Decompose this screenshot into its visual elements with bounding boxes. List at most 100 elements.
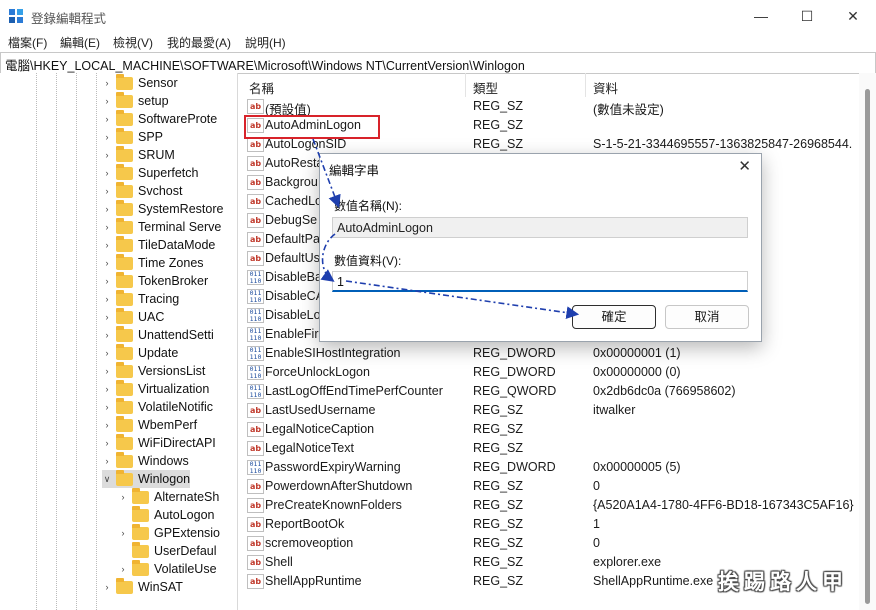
chevron-right-icon[interactable]: › bbox=[118, 564, 128, 574]
chevron-right-icon[interactable]: › bbox=[102, 582, 112, 592]
string-value-icon: ab bbox=[247, 156, 264, 171]
value-row[interactable]: 011 110 LastLogOffEndTimePerfCounter REG_Q… bbox=[243, 382, 859, 401]
value-row[interactable]: ab PowerdownAfterShutdown REG_SZ 0 bbox=[243, 477, 859, 496]
folder-icon bbox=[116, 451, 133, 468]
tree-item-alternatesh[interactable]: › AlternateSh bbox=[118, 487, 219, 506]
column-divider[interactable] bbox=[585, 73, 586, 97]
menu-file[interactable]: 檔案(F) bbox=[8, 34, 47, 51]
column-name-header[interactable]: 名稱 bbox=[249, 78, 274, 97]
tree-item-tiledatamode[interactable]: › TileDataMode bbox=[102, 235, 215, 254]
tree-item-systemrestore[interactable]: › SystemRestore bbox=[102, 199, 223, 218]
column-data-header[interactable]: 資料 bbox=[593, 78, 618, 97]
tree-item-winlogon[interactable]: ∨ Winlogon bbox=[102, 469, 191, 488]
chevron-right-icon[interactable]: › bbox=[102, 294, 112, 304]
folder-icon bbox=[116, 145, 133, 162]
ok-button[interactable]: 確定 bbox=[572, 305, 656, 329]
tree-item-volatilenotific[interactable]: › VolatileNotific bbox=[102, 397, 213, 416]
tree-item-sensor[interactable]: › Sensor bbox=[102, 73, 178, 92]
tree-item-spp[interactable]: › SPP bbox=[102, 127, 163, 146]
column-divider[interactable] bbox=[465, 73, 466, 97]
tree-item-svchost[interactable]: › Svchost bbox=[102, 181, 182, 200]
tree-item-softwareprote[interactable]: › SoftwareProte bbox=[102, 109, 217, 128]
value-data: {A520A1A4-1780-4FF6-BD18-167343C5AF16} bbox=[593, 498, 854, 512]
chevron-right-icon[interactable]: › bbox=[102, 150, 112, 160]
value-data-input[interactable]: 1 bbox=[332, 271, 748, 292]
value-type: REG_SZ bbox=[473, 574, 524, 588]
menu-edit[interactable]: 編輯(E) bbox=[60, 34, 100, 51]
tree-item-uac[interactable]: › UAC bbox=[102, 307, 164, 326]
key-tree-pane[interactable]: › Sensor › setup › SoftwareProte › SPP › SRUM › Sup… bbox=[0, 73, 238, 610]
tree-item-label: Winlogon bbox=[138, 472, 191, 486]
menu-help[interactable]: 說明(H) bbox=[245, 34, 286, 51]
string-value-icon: ab bbox=[247, 213, 264, 228]
value-row[interactable]: ab LegalNoticeCaption REG_SZ bbox=[243, 420, 859, 439]
column-type-header[interactable]: 類型 bbox=[473, 78, 498, 97]
menu-view[interactable]: 檢視(V) bbox=[113, 34, 153, 51]
value-row[interactable]: 011 110 ForceUnlockLogon REG_DWORD 0x000000… bbox=[243, 363, 859, 382]
address-bar[interactable]: 電腦\HKEY_LOCAL_MACHINE\SOFTWARE\Microsoft… bbox=[0, 52, 876, 74]
tree-item-label: setup bbox=[138, 94, 169, 108]
tree-item-virtualization[interactable]: › Virtualization bbox=[102, 379, 209, 398]
value-row[interactable]: ab ReportBootOk REG_SZ 1 bbox=[243, 515, 859, 534]
chevron-right-icon[interactable]: › bbox=[102, 240, 112, 250]
tree-item-update[interactable]: › Update bbox=[102, 343, 178, 362]
tree-item-gpextensio[interactable]: › GPExtensio bbox=[118, 523, 220, 542]
tree-item-autologon[interactable]: AutoLogon bbox=[118, 505, 214, 524]
tree-item-windows[interactable]: › Windows bbox=[102, 451, 189, 470]
tree-item-setup[interactable]: › setup bbox=[102, 91, 169, 110]
chevron-right-icon[interactable]: › bbox=[102, 402, 112, 412]
chevron-right-icon[interactable]: › bbox=[102, 114, 112, 124]
scrollbar-thumb[interactable] bbox=[865, 89, 870, 604]
value-row[interactable]: ab scremoveoption REG_SZ 0 bbox=[243, 534, 859, 553]
value-row[interactable]: ab LegalNoticeText REG_SZ bbox=[243, 439, 859, 458]
chevron-right-icon[interactable]: › bbox=[102, 420, 112, 430]
chevron-right-icon[interactable]: › bbox=[118, 528, 128, 538]
tree-item-wifidirectapi[interactable]: › WiFiDirectAPI bbox=[102, 433, 216, 452]
tree-item-tokenbroker[interactable]: › TokenBroker bbox=[102, 271, 208, 290]
value-row[interactable]: 011 110 EnableSIHostIntegration REG_DWORD 0… bbox=[243, 344, 859, 363]
chevron-right-icon[interactable]: › bbox=[102, 96, 112, 106]
cancel-button[interactable]: 取消 bbox=[665, 305, 749, 329]
value-row[interactable]: ab (預設值) REG_SZ (數值未設定) bbox=[243, 97, 859, 117]
tree-item-winsat[interactable]: › WinSAT bbox=[102, 577, 183, 596]
chevron-right-icon[interactable]: › bbox=[102, 312, 112, 322]
tree-item-tracing[interactable]: › Tracing bbox=[102, 289, 179, 308]
chevron-right-icon[interactable]: › bbox=[102, 132, 112, 142]
value-row[interactable]: 011 110 PasswordExpiryWarning REG_DWORD 0x0… bbox=[243, 458, 859, 477]
value-row[interactable]: ab PreCreateKnownFolders REG_SZ {A520A1A4-1… bbox=[243, 496, 859, 515]
chevron-right-icon[interactable]: › bbox=[102, 204, 112, 214]
chevron-right-icon[interactable]: › bbox=[102, 384, 112, 394]
tree-item-terminal-serve[interactable]: › Terminal Serve bbox=[102, 217, 221, 236]
close-window-button[interactable]: ✕ bbox=[830, 0, 876, 32]
maximize-button[interactable]: ☐ bbox=[784, 0, 830, 32]
dialog-close-icon[interactable]: ✕ bbox=[738, 157, 751, 175]
tree-item-volatileuse[interactable]: › VolatileUse bbox=[118, 559, 217, 578]
chevron-down-icon[interactable]: ∨ bbox=[102, 474, 112, 485]
tree-item-userdefaul[interactable]: UserDefaul bbox=[118, 541, 217, 560]
chevron-right-icon[interactable]: › bbox=[118, 492, 128, 502]
chevron-right-icon[interactable]: › bbox=[102, 186, 112, 196]
chevron-right-icon[interactable]: › bbox=[102, 276, 112, 286]
menu-favorites[interactable]: 我的最愛(A) bbox=[167, 34, 231, 51]
values-scrollbar[interactable] bbox=[859, 73, 876, 610]
minimize-button[interactable]: — bbox=[738, 0, 784, 32]
tree-guide-line bbox=[96, 73, 98, 610]
chevron-right-icon[interactable]: › bbox=[102, 366, 112, 376]
value-row[interactable]: ab LastUsedUsername REG_SZ itwalker bbox=[243, 401, 859, 420]
tree-item-srum[interactable]: › SRUM bbox=[102, 145, 175, 164]
chevron-right-icon[interactable]: › bbox=[102, 222, 112, 232]
tree-item-wbemperf[interactable]: › WbemPerf bbox=[102, 415, 197, 434]
chevron-right-icon[interactable]: › bbox=[102, 168, 112, 178]
tree-item-time-zones[interactable]: › Time Zones bbox=[102, 253, 204, 272]
chevron-right-icon[interactable]: › bbox=[102, 348, 112, 358]
value-name: PasswordExpiryWarning bbox=[265, 460, 401, 474]
chevron-right-icon[interactable]: › bbox=[102, 456, 112, 466]
value-type: REG_SZ bbox=[473, 422, 524, 436]
tree-item-unattendsetti[interactable]: › UnattendSetti bbox=[102, 325, 214, 344]
chevron-right-icon[interactable]: › bbox=[102, 438, 112, 448]
chevron-right-icon[interactable]: › bbox=[102, 258, 112, 268]
tree-item-superfetch[interactable]: › Superfetch bbox=[102, 163, 198, 182]
tree-item-versionslist[interactable]: › VersionsList bbox=[102, 361, 205, 380]
chevron-right-icon[interactable]: › bbox=[102, 330, 112, 340]
chevron-right-icon[interactable]: › bbox=[102, 78, 112, 88]
